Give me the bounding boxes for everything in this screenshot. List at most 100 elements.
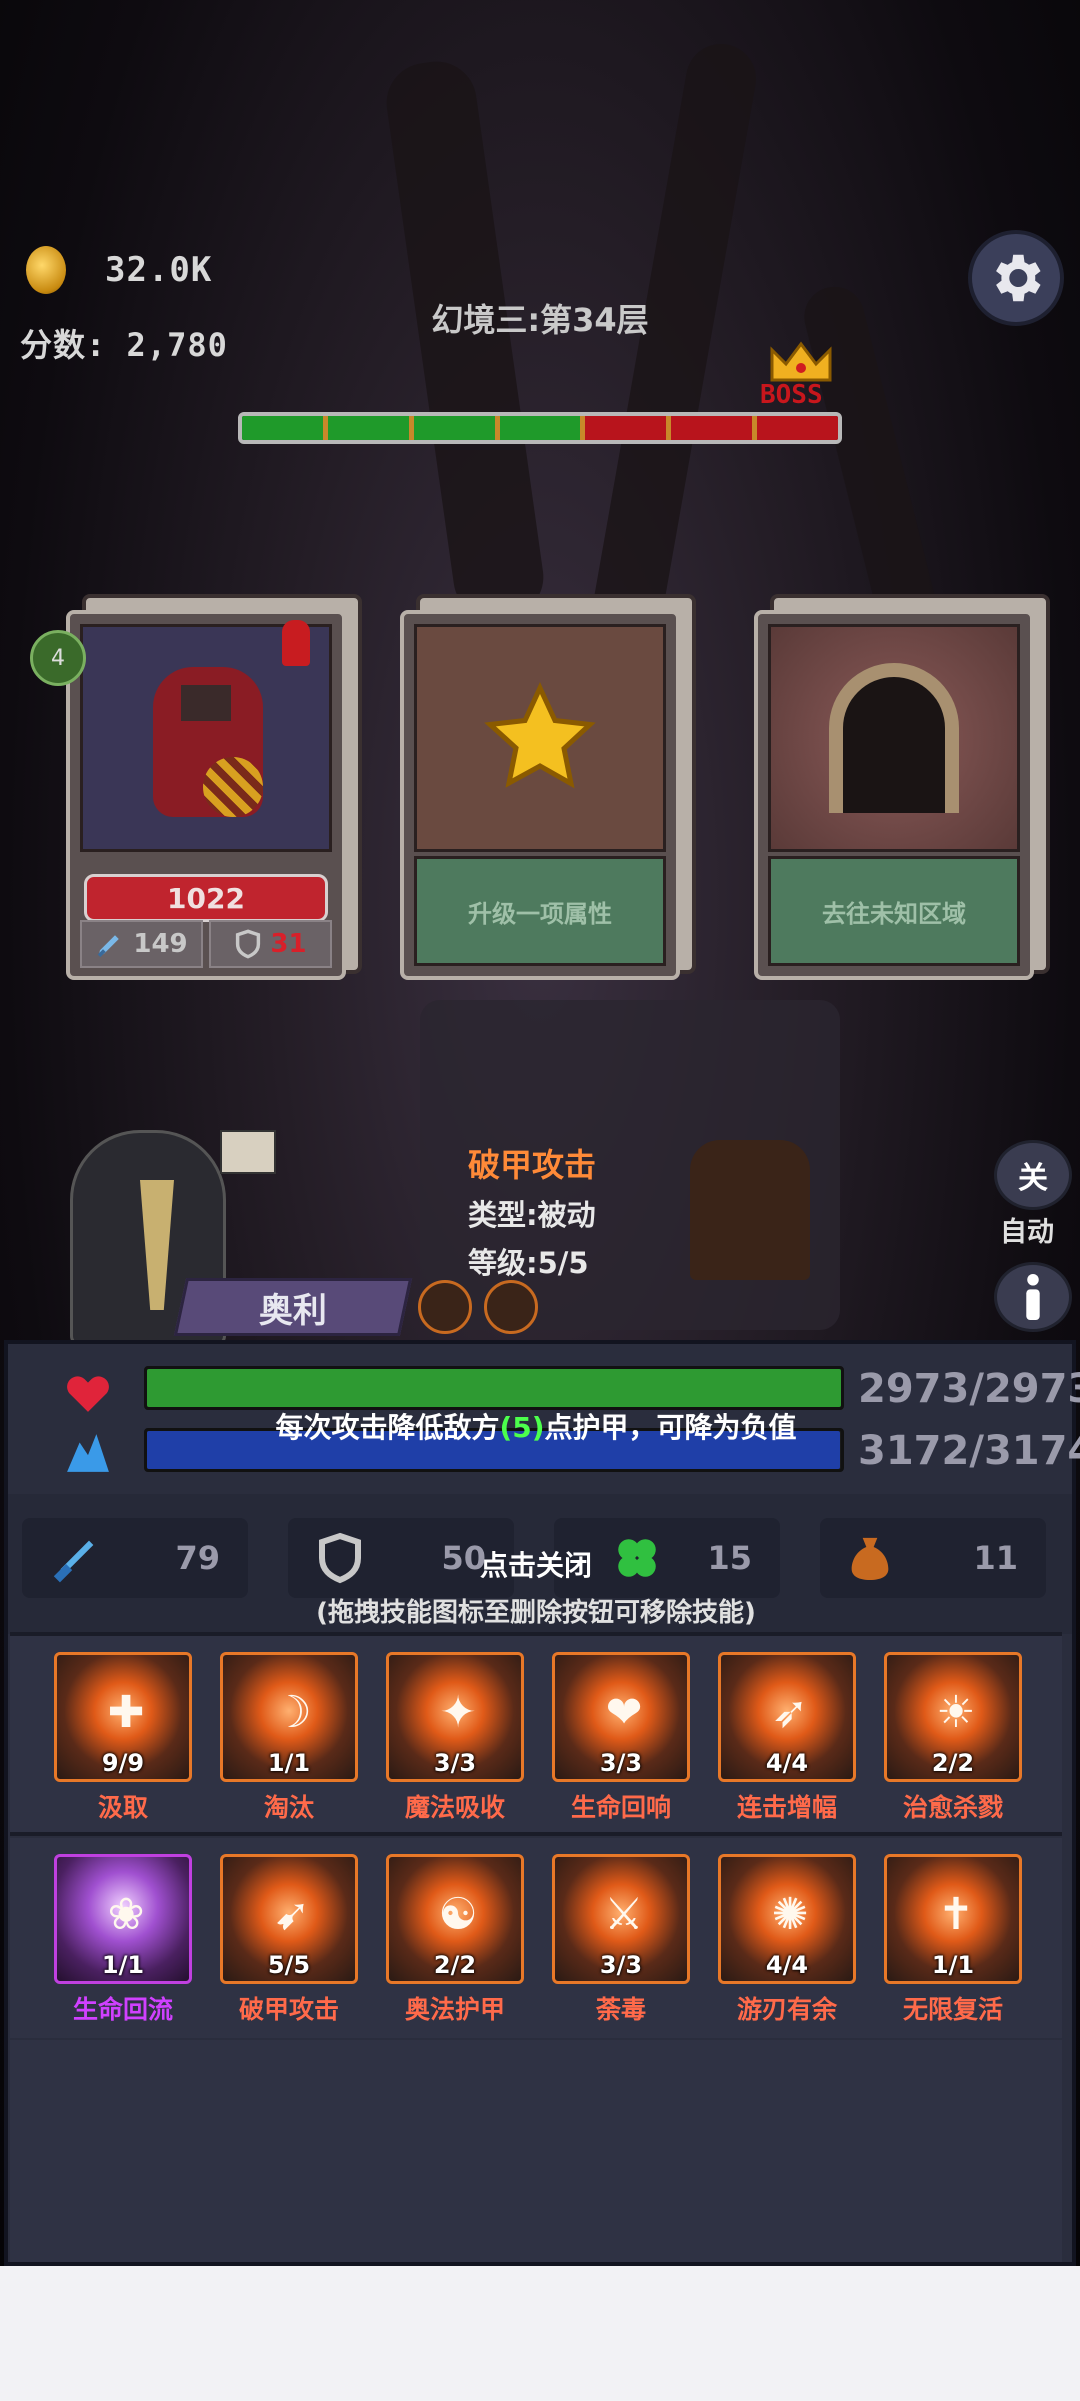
skill-icon: ❀ [107,1888,145,1940]
progress-segment-remaining [757,416,838,440]
enemy-hp-value: 1022 [167,881,245,915]
floor-progress-bar [238,412,842,444]
hp-bar [144,1366,844,1410]
skill-row-2: ❀ 1/1 生命回流 ➹ 5/5 破甲攻击 ☯ 2/2 奥法护甲 ⚔ 3/3 荼毒 ✺ 4/4 游刃有余 ✝ 1… [10,1838,1062,2038]
progress-segment-cleared [413,416,500,440]
progress-segment-cleared [327,416,414,440]
skill-icon: ☀ [936,1686,976,1738]
skill-count: 2/2 [433,1951,477,1979]
portal-card[interactable]: 去往未知区域 [754,594,1050,980]
skill-count: 2/2 [931,1749,975,1777]
remove-skill-hint: (拖拽技能图标至删除按钮可移除技能) [316,1598,756,1628]
progress-segment-remaining [585,416,672,440]
skill-slot[interactable]: ➹ 5/5 [220,1854,358,1984]
auto-toggle-button[interactable]: 关 [994,1140,1072,1210]
skill-count: 3/3 [433,1749,477,1777]
enemy-level-badge: 4 [30,630,86,686]
enemy-defense-value: 31 [270,929,307,959]
skill-count: 1/1 [101,1951,145,1979]
skill-name: 生命回流 [72,1995,173,2024]
skill-slot[interactable]: ✺ 4/4 [718,1854,856,1984]
hero-shield-emblem-icon [484,1280,538,1334]
stone-archway-art [768,624,1020,852]
gear-icon [996,254,1041,302]
skill-slot[interactable]: ☀ 2/2 [884,1652,1022,1782]
skill-slot[interactable]: ☯ 2/2 [386,1854,524,1984]
skill-name: 破甲攻击 [238,1995,339,2024]
skill-name: 荼毒 [595,1995,646,2024]
skill-name: 治愈杀戮 [902,1793,1003,1822]
skill-row-1: ✚ 9/9 汲取 ☽ 1/1 淘汰 ✦ 3/3 魔法吸收 ❤ 3/3 生命回响 ➶ 4/4 连击增幅 ☀ 2/2… [10,1636,1062,1836]
enemy-card[interactable]: 1022 149 31 [66,594,362,980]
skill-slot[interactable]: ⚔ 3/3 [552,1854,690,1984]
skill-icon: ⚔ [604,1888,644,1940]
skill-slot[interactable]: ☽ 1/1 [220,1652,358,1782]
progress-segment-cleared [499,416,586,440]
enemy-attack-value: 149 [133,929,188,959]
auto-toggle-label: 关 [1018,1161,1048,1196]
description-value: (5) [499,1411,545,1444]
enemy-hp-bar: 1022 [84,874,328,922]
sword-icon [98,935,120,958]
archway-icon [829,663,959,813]
skill-slot[interactable]: ✦ 3/3 [386,1652,524,1782]
skill-detail-name: 破甲攻击 [468,1146,597,1184]
skill-icon: ✚ [107,1686,145,1738]
settings-button[interactable] [968,230,1064,326]
skill-icon: ☽ [272,1686,312,1738]
portal-card-label: 去往未知区域 [768,856,1020,966]
skill-slot[interactable]: ➶ 4/4 [718,1652,856,1782]
skill-slot[interactable]: ✝ 1/1 [884,1854,1022,1984]
skill-detail-description: 每次攻击降低敌方(5)点护甲，可降为负值 [0,1406,1072,1446]
skill-icon: ➶ [771,1686,809,1738]
skill-detail-type: 类型:被动 [468,1198,596,1232]
skill-count: 9/9 [101,1749,145,1777]
shield-icon [236,929,261,959]
gold-coin-icon [26,246,66,294]
progress-segment-remaining [671,416,758,440]
realm-floor-title: 幻境三:第34层 [431,301,649,339]
star-icon [484,682,596,789]
skill-count: 3/3 [599,1951,643,1979]
skill-slot[interactable]: ✚ 9/9 [54,1652,192,1782]
skill-icon: ☯ [438,1888,478,1940]
empty-skill-area [10,2040,1062,2262]
skill-detail-level: 等级:5/5 [468,1246,589,1280]
hp-fill [147,1369,841,1407]
skill-icon: ✺ [771,1888,809,1940]
skill-name: 生命回响 [570,1793,671,1822]
skill-name: 魔法吸收 [404,1793,505,1822]
skill-name: 连击增幅 [736,1793,837,1822]
tap-to-close-hint[interactable]: 点击关闭 [0,1544,1072,1584]
auto-label: 自动 [1000,1217,1054,1248]
info-icon [1026,1274,1040,1320]
skill-slot[interactable]: ❤ 3/3 [552,1652,690,1782]
skill-count: 1/1 [267,1749,311,1777]
hero-name-plate: 奥利 [173,1278,413,1336]
panel-divider [10,1832,1062,1836]
skill-icon: ✦ [439,1686,477,1738]
enemy-level-value: 4 [51,645,65,671]
skill-count: 3/3 [599,1749,643,1777]
skill-name: 淘汰 [263,1793,314,1822]
info-button[interactable] [994,1262,1072,1332]
skill-icon: ➹ [273,1888,311,1940]
upgrade-card[interactable]: 升级一项属性 [400,594,696,980]
score-label: 分数: 2,780 [20,326,228,364]
hero-class-emblem-icon [418,1280,472,1334]
enemy-attack-stat: 149 [80,920,203,968]
skill-count: 1/1 [931,1951,975,1979]
skill-name: 无限复活 [902,1995,1003,2024]
skill-name: 奥法护甲 [404,1995,505,2024]
skill-icon: ❤ [605,1686,643,1738]
boss-label: BOSS [760,380,823,410]
skill-count: 5/5 [267,1951,311,1979]
boss-crown-icon [770,341,832,382]
upgrade-card-label: 升级一项属性 [414,856,666,966]
skill-icon: ✝ [937,1888,975,1940]
alert-bell-icon [282,620,310,666]
skill-slot[interactable]: ❀ 1/1 [54,1854,192,1984]
skill-count: 4/4 [765,1951,809,1979]
skill-count: 4/4 [765,1749,809,1777]
gold-amount: 32.0K [105,250,213,290]
